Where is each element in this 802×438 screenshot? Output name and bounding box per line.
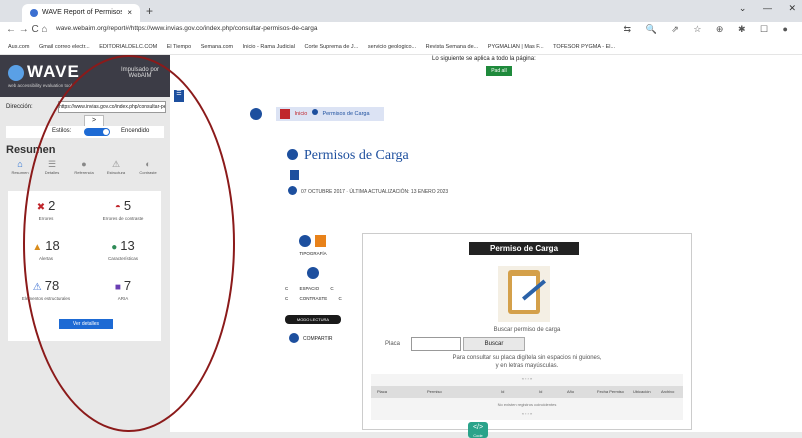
bookmark-item[interactable]: El Tiempo [167, 40, 191, 54]
panel-title: Permiso de Carga [469, 242, 579, 255]
bookmark-item[interactable]: Gmail correo electr... [39, 40, 90, 54]
tab-title: WAVE Report of Permisos de Ca [42, 9, 122, 16]
column-header[interactable]: Permiso [427, 389, 442, 394]
column-header[interactable]: Id [539, 389, 542, 394]
address-label: Dirección: [6, 104, 33, 110]
extension-icons[interactable]: ⇆ 🔍 ⇗ ☆ ⊕ ✱ ☐ ● [624, 24, 794, 35]
calendar-icon [288, 186, 297, 195]
home-icon[interactable] [280, 109, 290, 119]
tools-label: TIPOGRAFÍA [299, 251, 327, 256]
breadcrumb: Inicio Permisos de Carga [276, 107, 384, 121]
page-meta: 07 OCTUBRE 2017 · ÚLTIMA ACTUALIZACIÓN: … [288, 186, 448, 195]
menu-toggle-icon[interactable]: ☰ [174, 90, 184, 102]
wave-logo-text: WAVE [27, 62, 80, 81]
breadcrumb-separator-icon [311, 109, 318, 115]
spacing-icon[interactable] [307, 267, 319, 279]
help-line: y en letras mayúsculas. [495, 363, 559, 369]
results-table: « ‹ › » Placa Permiso Id Id Año Fecha Pe… [371, 374, 683, 420]
title-icon [287, 149, 298, 160]
column-header[interactable]: Placa [377, 389, 387, 394]
accessibility-tools: TIPOGRAFÍA C ESPACIO C C CONTRASTE C MOD… [283, 233, 343, 353]
sidebar-menu-icon[interactable] [250, 108, 262, 120]
column-header[interactable]: Año [567, 389, 574, 394]
help-text: Para consultar su placa digítela sin esp… [363, 354, 691, 370]
search-button[interactable]: Buscar [463, 337, 525, 351]
url-field[interactable]: wave.webaim.org/report#/https://www.invi… [56, 25, 317, 32]
code-icon: </> [472, 424, 484, 431]
tab-label: Resumen [11, 170, 29, 175]
trash-icon[interactable] [290, 170, 299, 180]
wave-favicon-icon [30, 9, 38, 17]
consent-text: Lo siguiente se aplica a todo la página: [432, 56, 536, 62]
tab-close-icon[interactable]: × [127, 4, 132, 22]
breadcrumb-current: Permisos de Carga [322, 111, 370, 117]
contrast-row[interactable]: C CONTRASTE C [285, 296, 342, 301]
share-icon [289, 333, 299, 343]
permit-panel: Permiso de Carga Buscar permiso de carga… [362, 233, 692, 430]
bookmark-item[interactable]: TOFESOR PYGMA - El... [553, 40, 615, 54]
clipboard-icon [498, 266, 550, 322]
share-button[interactable]: COMPARTIR [289, 333, 333, 343]
wave-logo-icon [8, 64, 24, 81]
code-button[interactable]: </> Code [468, 422, 488, 438]
column-header[interactable]: Ubicación [633, 389, 651, 394]
annotation-oval [23, 55, 235, 432]
font-size-icon[interactable] [315, 235, 326, 247]
no-records-text: No existen registros coincidentes [497, 402, 557, 407]
bookmark-item[interactable]: Inicio - Rama Judicial [243, 40, 295, 54]
new-tab-button[interactable]: + [146, 4, 153, 18]
bookmarks-bar: Aus.com Gmail correo electr... EDITORIAL… [0, 40, 802, 55]
breadcrumb-home[interactable]: Inicio [295, 111, 308, 117]
nav-buttons[interactable]: ← → C ⌂ [6, 24, 48, 35]
pagination-bottom[interactable]: « ‹ › » [371, 411, 683, 416]
pagination-top[interactable]: « ‹ › » [371, 376, 683, 381]
bookmark-item[interactable]: Corte Suprema de J... [304, 40, 358, 54]
plate-input[interactable] [411, 337, 461, 351]
bookmark-item[interactable]: servicio geologico... [368, 40, 416, 54]
bookmark-item[interactable]: Aus.com [8, 40, 29, 54]
bookmark-item[interactable]: Revista Semana de... [426, 40, 479, 54]
code-label: Code [473, 433, 483, 438]
reading-mode-button[interactable]: MODO LECTURA [285, 315, 341, 324]
consent-button[interactable]: Pad aIl [486, 66, 512, 76]
window-controls[interactable]: ⌄ — ✕ [739, 3, 796, 14]
bookmark-item[interactable]: Semana.com [201, 40, 233, 54]
search-title: Buscar permiso de carga [493, 327, 561, 333]
typography-icon[interactable] [299, 235, 311, 247]
table-header: Placa Permiso Id Id Año Fecha Permiso Ub… [371, 386, 683, 398]
browser-tab[interactable]: WAVE Report of Permisos de Ca × [22, 4, 140, 22]
page-title: Permisos de Carga [287, 148, 409, 164]
bookmark-item[interactable]: PYGMALIAN | Mas F... [488, 40, 544, 54]
column-header[interactable]: Archivo [661, 389, 674, 394]
wave-logo: WAVE [8, 62, 80, 82]
bookmark-item[interactable]: EDITORIALDELC.COM [99, 40, 157, 54]
page-title-text: Permisos de Carga [304, 148, 409, 163]
meta-text: 07 OCTUBRE 2017 · ÚLTIMA ACTUALIZACIÓN: … [301, 189, 449, 195]
column-header[interactable]: Id [501, 389, 504, 394]
spacing-row[interactable]: C ESPACIO C [285, 286, 334, 291]
plate-label: Placa [385, 341, 401, 347]
share-label: COMPARTIR [303, 336, 333, 342]
column-header[interactable]: Fecha Permiso [597, 389, 624, 394]
wave-tagline: web accessibility evaluation tool [8, 83, 72, 88]
help-line: Para consultar su placa digítela sin esp… [452, 355, 602, 361]
